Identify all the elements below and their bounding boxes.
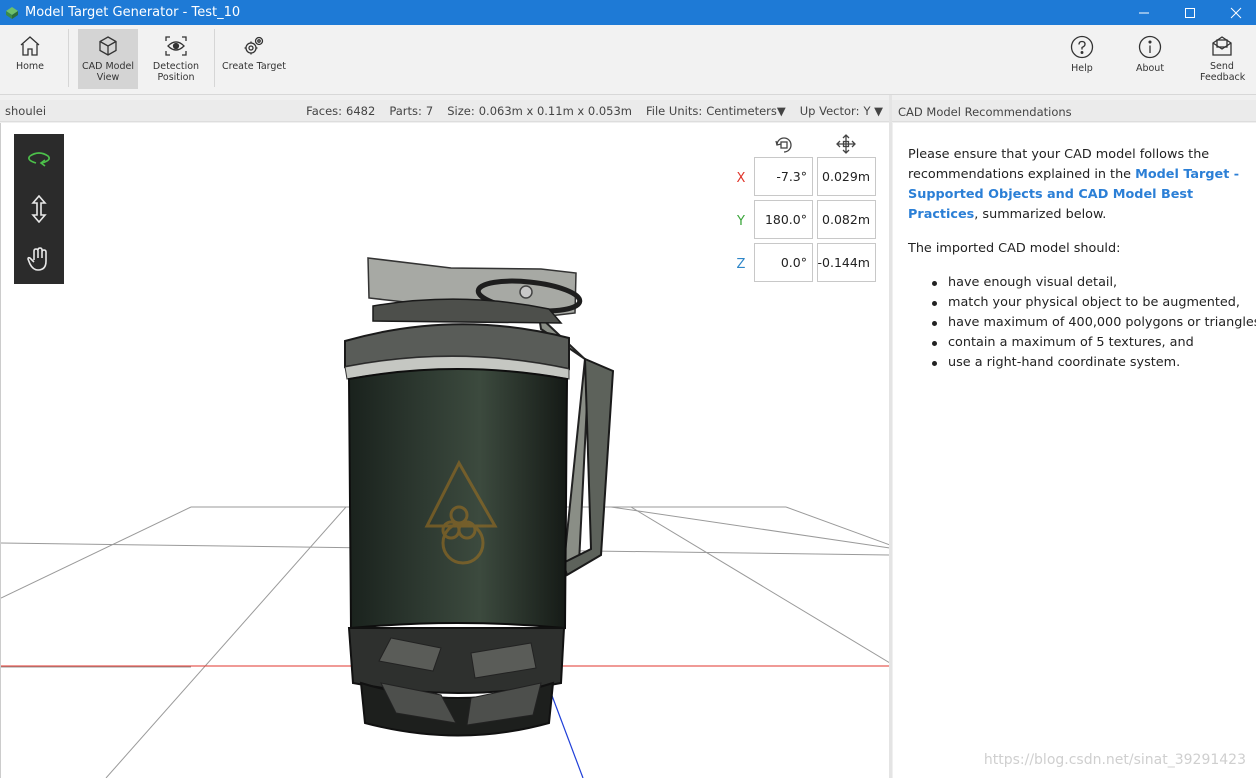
ribbon-toolbar: Home CAD Model View Detection Position C… — [0, 25, 1256, 95]
maximize-button[interactable] — [1167, 0, 1213, 25]
up-vector-value: Y — [863, 104, 871, 118]
list-item: contain a maximum of 5 textures, and — [932, 333, 1256, 353]
close-button[interactable] — [1213, 0, 1256, 25]
model-name: shoulei — [5, 104, 47, 118]
orbit-tool[interactable] — [14, 134, 64, 184]
pan-icon — [27, 247, 47, 271]
up-vector-label: Up Vector: — [799, 104, 860, 118]
z-position-field[interactable]: -0.144m — [817, 243, 876, 282]
minimize-button[interactable] — [1121, 0, 1167, 25]
window-title: Model Target Generator - Test_10 — [25, 5, 241, 20]
panel-splitter[interactable] — [889, 95, 892, 778]
viewport-header: shoulei Faces: 6482 Parts: 7 Size: 0.063… — [0, 100, 889, 122]
close-icon — [1230, 7, 1242, 18]
send-feedback-button[interactable]: Send Feedback — [1196, 29, 1248, 89]
3d-viewport[interactable]: X -7.3° 0.029m Y 180.0° 0.082m Z 0.0° -0… — [0, 123, 889, 778]
maximize-icon — [1185, 7, 1195, 18]
create-target-button[interactable]: Create Target — [222, 29, 286, 89]
z-axis-label: Z — [736, 257, 746, 272]
dropdown-arrow-icon: ▼ — [776, 104, 786, 118]
title-bar: Model Target Generator - Test_10 — [0, 0, 1256, 25]
ribbon-separator — [214, 29, 215, 87]
intro-text-end: , summarized below. — [974, 207, 1107, 222]
y-rotation-field[interactable]: 180.0° — [754, 200, 813, 239]
detection-position-button[interactable]: Detection Position — [146, 29, 206, 89]
feedback-mail-icon — [1212, 36, 1232, 56]
y-position-field[interactable]: 0.082m — [817, 200, 876, 239]
recommendations-panel: Please ensure that your CAD model follow… — [893, 123, 1256, 778]
recommendations-lead: The imported CAD model should: — [908, 241, 1121, 256]
parts-value: 7 — [425, 104, 434, 118]
faces-label: Faces: — [306, 104, 343, 118]
file-units-label: File Units: — [646, 104, 703, 118]
list-item: have maximum of 400,000 polygons or tria… — [932, 313, 1256, 333]
help-label: Help — [1071, 63, 1093, 74]
pan-tool[interactable] — [14, 234, 64, 284]
z-rotation-field[interactable]: 0.0° — [754, 243, 813, 282]
minimize-icon — [1139, 12, 1149, 13]
about-label: About — [1135, 63, 1165, 74]
cad-model-view-button[interactable]: CAD Model View — [78, 29, 138, 89]
navigation-toolbar — [14, 134, 64, 284]
file-units-dropdown[interactable]: Centimeters▼ — [706, 104, 786, 118]
send-feedback-label: Send Feedback — [1200, 61, 1246, 83]
recommendations-intro: Please ensure that your CAD model follow… — [908, 145, 1256, 225]
list-item: use a right-hand coordinate system. — [932, 353, 1256, 373]
home-icon — [20, 36, 40, 56]
create-target-label: Create Target — [222, 61, 286, 72]
home-button[interactable]: Home — [6, 29, 54, 89]
z-axis-line — [550, 692, 584, 778]
gears-icon — [244, 36, 264, 55]
recommendations-list: have enough visual detail, match your ph… — [932, 273, 1256, 373]
list-item: match your physical object to be augment… — [932, 293, 1256, 313]
list-item: have enough visual detail, — [932, 273, 1256, 293]
dropdown-arrow-icon: ▼ — [874, 104, 883, 118]
y-axis-label: Y — [737, 214, 745, 229]
x-axis-label: X — [736, 171, 746, 186]
rotate-icon — [775, 137, 792, 153]
zoom-icon — [31, 195, 47, 223]
zoom-tool[interactable] — [14, 184, 64, 234]
help-icon — [1070, 35, 1094, 59]
detection-position-label: Detection Position — [152, 61, 200, 83]
size-label: Size: — [447, 104, 475, 118]
ribbon-separator — [68, 29, 69, 87]
model-stats: Faces: 6482 Parts: 7 Size: 0.063m x 0.11… — [306, 104, 883, 118]
move-icon — [836, 134, 856, 154]
file-units-value: Centimeters — [706, 104, 777, 118]
recommendations-header: CAD Model Recommendations — [892, 100, 1256, 122]
x-rotation-field[interactable]: -7.3° — [754, 157, 813, 196]
orbit-icon — [28, 152, 50, 167]
cube-icon — [99, 36, 117, 56]
eye-target-icon — [165, 36, 187, 56]
parts-label: Parts: — [389, 104, 422, 118]
watermark: https://blog.csdn.net/sinat_39291423 — [983, 752, 1246, 768]
x-position-field[interactable]: 0.029m — [817, 157, 876, 196]
size-value: 0.063m x 0.11m x 0.053m — [478, 104, 633, 118]
info-icon — [1138, 35, 1162, 59]
home-label: Home — [15, 61, 45, 72]
help-button[interactable]: Help — [1060, 29, 1104, 89]
faces-value: 6482 — [346, 104, 376, 118]
app-logo-icon — [6, 6, 18, 19]
cad-model — [344, 257, 615, 737]
about-button[interactable]: About — [1126, 29, 1174, 89]
cad-model-view-label: CAD Model View — [82, 61, 134, 83]
up-vector-dropdown[interactable]: Y ▼ — [863, 104, 883, 118]
